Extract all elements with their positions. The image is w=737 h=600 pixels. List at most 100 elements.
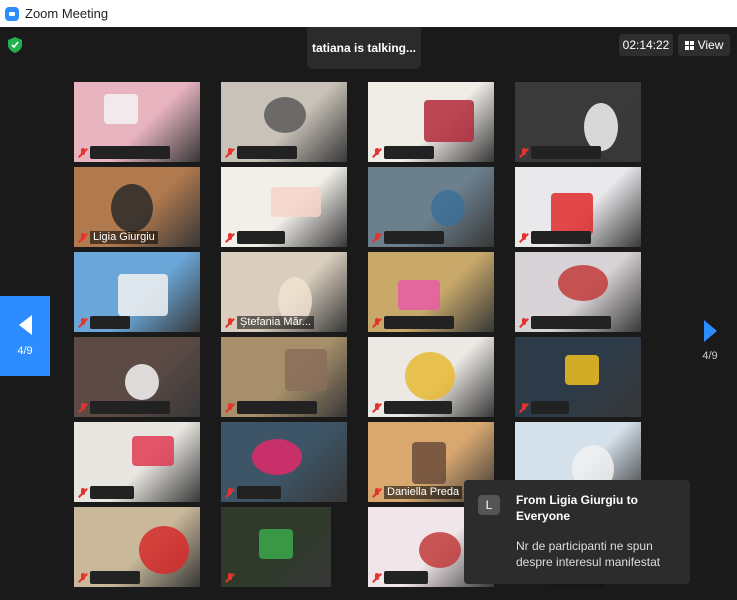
muted-mic-icon xyxy=(372,318,382,328)
participant-video-tile[interactable] xyxy=(221,167,347,247)
participant-video-tile[interactable] xyxy=(221,82,347,162)
page-indicator-left: 4/9 xyxy=(17,345,33,357)
muted-mic-icon xyxy=(78,403,88,413)
redacted-name xyxy=(237,401,317,414)
chat-notification[interactable]: L From Ligia Giurgiu to Everyone Nr de p… xyxy=(464,480,690,584)
redacted-name xyxy=(90,571,140,584)
participant-video-tile[interactable] xyxy=(74,422,200,502)
redacted-name xyxy=(384,316,454,329)
muted-mic-icon xyxy=(225,233,235,243)
redacted-name xyxy=(237,231,285,244)
muted-mic-icon xyxy=(225,403,235,413)
participant-video-tile[interactable] xyxy=(368,82,494,162)
active-speaker-banner: tatiana is talking... xyxy=(307,27,421,69)
participant-video-tile[interactable] xyxy=(515,252,641,332)
muted-mic-icon xyxy=(225,148,235,158)
muted-mic-icon xyxy=(78,318,88,328)
participant-video-tile[interactable] xyxy=(368,252,494,332)
video-subject xyxy=(125,364,159,400)
muted-mic-icon xyxy=(519,403,529,413)
chat-sender: From Ligia Giurgiu to Everyone xyxy=(516,493,638,523)
participant-video-tile[interactable] xyxy=(221,507,331,587)
muted-mic-icon xyxy=(78,233,88,243)
next-page-button[interactable]: 4/9 xyxy=(695,320,725,370)
video-subject xyxy=(405,352,455,400)
video-subject xyxy=(431,190,465,226)
video-subject xyxy=(271,187,321,217)
redacted-name xyxy=(384,231,444,244)
participant-video-tile[interactable] xyxy=(221,422,347,502)
redacted-name xyxy=(531,146,601,159)
muted-mic-icon xyxy=(78,573,88,583)
video-subject xyxy=(285,349,327,391)
redacted-name xyxy=(384,401,452,414)
participant-video-tile[interactable]: Ștefania Măr... xyxy=(221,252,347,332)
video-subject xyxy=(398,280,440,310)
chevron-left-icon xyxy=(18,315,32,335)
view-button-label: View xyxy=(697,38,724,52)
redacted-name xyxy=(237,146,297,159)
grid-view-icon xyxy=(684,40,694,50)
participant-video-tile[interactable] xyxy=(515,337,641,417)
video-subject xyxy=(551,193,593,235)
redacted-name xyxy=(237,486,281,499)
muted-mic-icon xyxy=(372,488,382,498)
redacted-name xyxy=(90,401,170,414)
participant-video-tile[interactable] xyxy=(74,337,200,417)
video-subject xyxy=(264,97,306,133)
video-subject xyxy=(111,184,153,232)
muted-mic-icon xyxy=(372,148,382,158)
redacted-name xyxy=(384,571,428,584)
participant-video-tile[interactable] xyxy=(74,252,200,332)
previous-page-button[interactable]: 4/9 xyxy=(0,296,50,376)
participant-name: Daniella Preda xyxy=(384,486,463,499)
muted-mic-icon xyxy=(519,148,529,158)
muted-mic-icon xyxy=(78,488,88,498)
participant-video-tile[interactable] xyxy=(221,337,347,417)
zoom-app-icon xyxy=(5,6,19,21)
redacted-name xyxy=(531,401,569,414)
participant-name: Ligia Giurgiu xyxy=(90,231,158,244)
window-title: Zoom Meeting xyxy=(25,6,109,21)
chevron-right-icon xyxy=(703,320,717,342)
participant-video-tile[interactable]: Ligia Giurgiu xyxy=(74,167,200,247)
redacted-name xyxy=(90,486,134,499)
meeting-timer: 02:14:22 xyxy=(619,34,673,56)
video-subject xyxy=(252,439,302,475)
video-subject xyxy=(412,442,446,484)
video-subject xyxy=(139,526,189,574)
redacted-name xyxy=(531,231,591,244)
video-subject xyxy=(259,529,293,559)
title-bar: Zoom Meeting xyxy=(0,0,737,27)
chat-message: Nr de participanti ne spun despre intere… xyxy=(516,539,661,569)
muted-mic-icon xyxy=(372,573,382,583)
video-subject xyxy=(419,532,461,568)
muted-mic-icon xyxy=(372,403,382,413)
video-subject xyxy=(118,274,168,316)
video-subject xyxy=(132,436,174,466)
muted-mic-icon xyxy=(519,318,529,328)
sender-avatar: L xyxy=(478,495,500,515)
participant-video-tile[interactable] xyxy=(515,167,641,247)
muted-mic-icon xyxy=(78,148,88,158)
participant-video-tile[interactable] xyxy=(515,82,641,162)
video-subject xyxy=(565,355,599,385)
muted-mic-icon xyxy=(225,318,235,328)
muted-mic-icon xyxy=(372,233,382,243)
muted-mic-icon xyxy=(225,573,235,583)
security-shield-icon[interactable] xyxy=(8,37,22,53)
video-feed xyxy=(221,507,331,587)
view-button[interactable]: View xyxy=(678,34,730,56)
participant-video-tile[interactable] xyxy=(74,82,200,162)
video-subject xyxy=(104,94,138,124)
redacted-name xyxy=(384,146,434,159)
muted-mic-icon xyxy=(519,233,529,243)
video-subject xyxy=(584,103,618,151)
redacted-name xyxy=(90,316,130,329)
redacted-name xyxy=(90,146,170,159)
participant-video-tile[interactable] xyxy=(368,167,494,247)
video-subject xyxy=(424,100,474,142)
participant-video-tile[interactable] xyxy=(368,337,494,417)
participant-name: Ștefania Măr... xyxy=(237,316,314,329)
participant-video-tile[interactable] xyxy=(74,507,200,587)
